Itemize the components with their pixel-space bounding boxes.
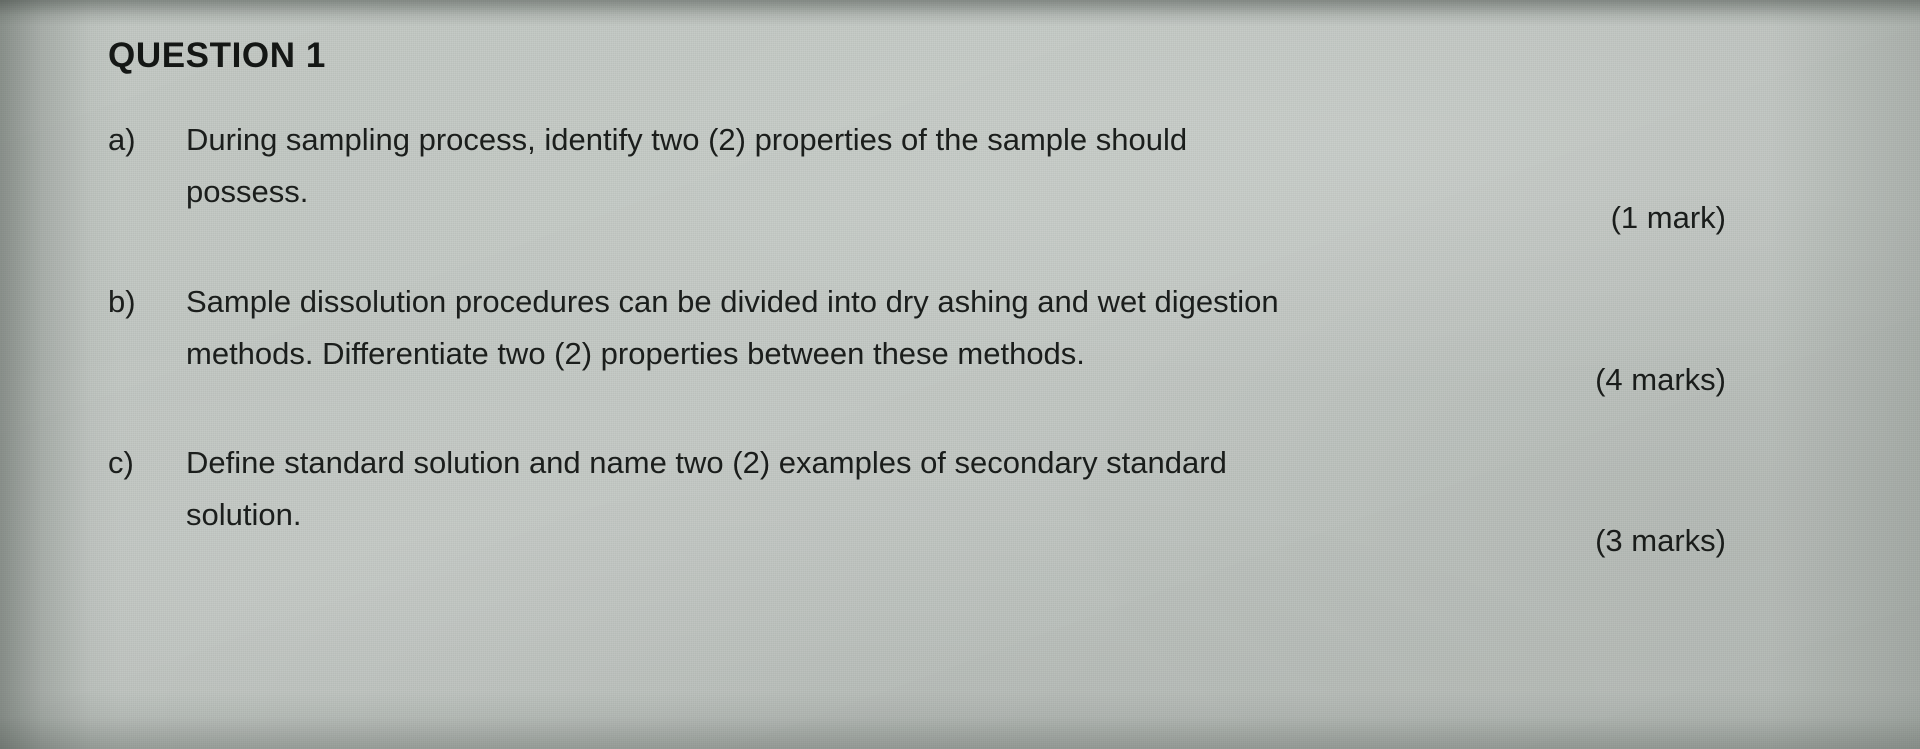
marks-label-a: (1 mark) [1610,200,1726,235]
exam-paper-photo: QUESTION 1 a) During sampling process, i… [0,0,1920,749]
marks-label-b: (4 marks) [1595,362,1726,397]
photo-shadow-right [1770,0,1920,749]
marks-label-c: (3 marks) [1595,523,1726,558]
question-text-c-line1: Define standard solution and name two (2… [186,445,1227,480]
photo-shadow-top [0,0,1920,26]
page-title: QUESTION 1 [108,36,326,75]
question-text-b-line1: Sample dissolution procedures can be div… [186,284,1279,319]
question-content: QUESTION 1 a) During sampling process, i… [108,0,1748,749]
photo-shadow-left [0,0,120,749]
question-text-a-line1: During sampling process, identify two (2… [186,122,1188,157]
photo-shadow-bottom [0,691,1920,749]
